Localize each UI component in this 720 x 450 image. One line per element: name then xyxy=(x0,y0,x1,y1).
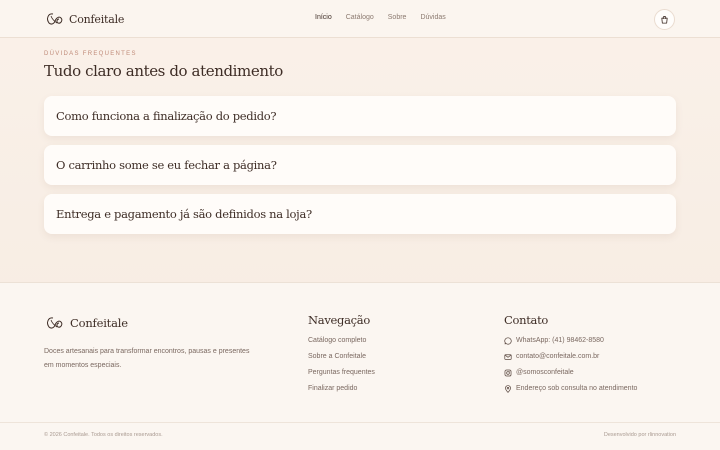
faq-question: Entrega e pagamento já são definidos na … xyxy=(56,207,312,221)
nav-item-duvidas[interactable]: Dúvidas xyxy=(420,14,445,21)
faq-item[interactable]: Entrega e pagamento já são definidos na … xyxy=(44,194,676,234)
instagram-icon xyxy=(504,369,512,376)
faq-eyebrow: DÚVIDAS FREQUENTES xyxy=(44,51,137,57)
footer-brand-logo[interactable]: Confeitale xyxy=(45,315,128,331)
contact-email[interactable]: contato@confeitale.com.br xyxy=(504,352,637,361)
location-pin-icon xyxy=(505,384,511,393)
developer-credit-link[interactable]: Desenvolvido por rlinnovation xyxy=(604,432,676,438)
mail-icon xyxy=(504,353,512,360)
contact-text: @somosconfeitale xyxy=(516,369,574,376)
brand-name: Confeitale xyxy=(69,12,125,26)
footer-nav-links: Catálogo completo Sobre a Confeitale Per… xyxy=(308,336,375,393)
footer-link-sobre[interactable]: Sobre a Confeitale xyxy=(308,352,375,361)
cart-button[interactable] xyxy=(654,9,675,30)
nav-item-sobre[interactable]: Sobre xyxy=(388,14,407,21)
footer-link-finalizar[interactable]: Finalizar pedido xyxy=(308,384,375,393)
footer-brand-name: Confeitale xyxy=(70,316,128,330)
site-footer: Confeitale Doces artesanais para transfo… xyxy=(0,282,720,450)
contact-whatsapp[interactable]: WhatsApp: (41) 98462-8580 xyxy=(504,336,637,345)
contact-text: WhatsApp: (41) 98462-8580 xyxy=(516,337,604,344)
contact-text: contato@confeitale.com.br xyxy=(516,353,600,360)
faq-question: Como funciona a finalização do pedido? xyxy=(56,109,277,123)
contact-text: Endereço sob consulta no atendimento xyxy=(516,385,638,392)
contact-instagram[interactable]: @somosconfeitale xyxy=(504,368,637,377)
nav-item-inicio[interactable]: Início xyxy=(315,14,332,21)
contact-address: Endereço sob consulta no atendimento xyxy=(504,384,637,393)
faq-question: O carrinho some se eu fechar a página? xyxy=(56,158,277,172)
shopping-bag-icon xyxy=(661,16,668,24)
faq-title: Tudo claro antes do atendimento xyxy=(44,62,283,80)
confeitale-logo-icon xyxy=(47,13,63,25)
nav-item-catalogo[interactable]: Catálogo xyxy=(346,14,374,21)
confeitale-logo-icon xyxy=(47,317,63,329)
site-header: Confeitale Início Catálogo Sobre Dúvidas xyxy=(0,0,720,38)
main-nav: Início Catálogo Sobre Dúvidas xyxy=(315,14,446,21)
footer-description: Doces artesanais para transformar encont… xyxy=(44,348,250,369)
faq-item[interactable]: Como funciona a finalização do pedido? xyxy=(44,96,676,136)
footer-contact-list: WhatsApp: (41) 98462-8580 contato@confei… xyxy=(504,336,637,393)
brand-logo[interactable]: Confeitale xyxy=(45,11,124,27)
whatsapp-icon xyxy=(504,336,512,345)
faq-item[interactable]: O carrinho some se eu fechar a página? xyxy=(44,145,676,185)
footer-nav-title: Navegação xyxy=(308,313,370,327)
footer-contact-title: Contato xyxy=(504,313,549,327)
copyright-text: © 2026 Confeitale. Todos os direitos res… xyxy=(44,432,163,438)
footer-divider xyxy=(0,422,720,423)
footer-link-catalogo[interactable]: Catálogo completo xyxy=(308,336,375,345)
footer-link-perguntas[interactable]: Perguntas frequentes xyxy=(308,368,375,377)
